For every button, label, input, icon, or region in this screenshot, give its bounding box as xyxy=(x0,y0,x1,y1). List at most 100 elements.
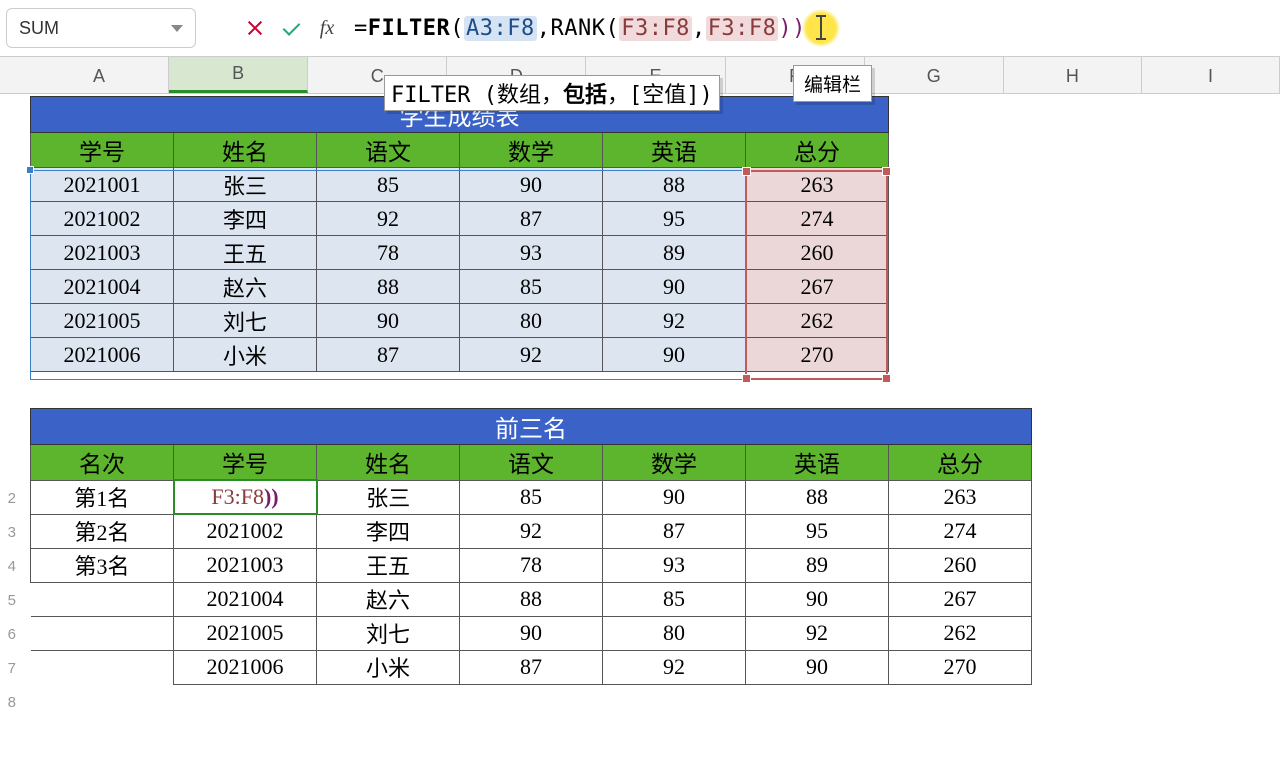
table2-cell[interactable]: 92 xyxy=(603,650,746,684)
col-header-g[interactable]: G xyxy=(865,57,1004,93)
rank-cell[interactable]: 第1名 xyxy=(31,480,174,514)
table1-cell[interactable]: 262 xyxy=(746,304,889,338)
table1-cell[interactable]: 85 xyxy=(317,168,460,202)
table1-cell[interactable]: 80 xyxy=(460,304,603,338)
table2-cell[interactable]: 274 xyxy=(889,514,1032,548)
name-box[interactable]: SUM xyxy=(6,8,196,48)
table1-cell[interactable]: 78 xyxy=(317,236,460,270)
editing-cell[interactable]: F3:F8)) xyxy=(174,480,317,514)
table2-cell[interactable]: 92 xyxy=(746,616,889,650)
table1-cell[interactable]: 90 xyxy=(317,304,460,338)
table2-cell[interactable]: 263 xyxy=(889,480,1032,514)
table2-cell[interactable]: 刘七 xyxy=(317,616,460,650)
table1-cell[interactable]: 2021006 xyxy=(31,338,174,372)
table2-cell[interactable]: 260 xyxy=(889,548,1032,582)
table2-cell[interactable]: 92 xyxy=(460,514,603,548)
table1-cell[interactable]: 90 xyxy=(603,338,746,372)
table1-cell[interactable]: 87 xyxy=(460,202,603,236)
table1-header: 英语 xyxy=(603,133,746,168)
table2-cell[interactable]: 95 xyxy=(746,514,889,548)
table1-header: 数学 xyxy=(460,133,603,168)
table2-cell[interactable]: 2021005 xyxy=(174,616,317,650)
table1-cell[interactable]: 90 xyxy=(603,270,746,304)
table1-cell[interactable]: 88 xyxy=(603,168,746,202)
table1-cell[interactable]: 李四 xyxy=(174,202,317,236)
chevron-down-icon xyxy=(171,25,183,32)
row-number: 3 xyxy=(0,524,16,541)
table2-cell[interactable]: 89 xyxy=(746,548,889,582)
table1-cell[interactable]: 2021004 xyxy=(31,270,174,304)
table1-cell[interactable]: 263 xyxy=(746,168,889,202)
table2-cell[interactable]: 90 xyxy=(460,616,603,650)
fx-icon[interactable]: fx xyxy=(316,17,338,39)
table2-header: 数学 xyxy=(603,445,746,481)
table1-cell[interactable]: 267 xyxy=(746,270,889,304)
rank-cell[interactable]: 第3名 xyxy=(31,548,174,582)
table1-cell[interactable]: 2021002 xyxy=(31,202,174,236)
table1-cell[interactable]: 89 xyxy=(603,236,746,270)
table1-cell[interactable]: 92 xyxy=(317,202,460,236)
table1-cell[interactable]: 270 xyxy=(746,338,889,372)
table1-cell[interactable]: 87 xyxy=(317,338,460,372)
formula-bar[interactable]: = FILTER ( A3:F8 , RANK ( F3:F8 , F3:F8 … xyxy=(346,8,1274,48)
table2-cell[interactable]: 267 xyxy=(889,582,1032,616)
col-header-i[interactable]: I xyxy=(1142,57,1280,93)
table1-cell[interactable]: 274 xyxy=(746,202,889,236)
empty-cell xyxy=(31,650,174,684)
table2-cell[interactable]: 2021003 xyxy=(174,548,317,582)
col-header-a[interactable]: A xyxy=(30,57,169,93)
table2-cell[interactable]: 赵六 xyxy=(317,582,460,616)
table2-cell[interactable]: 270 xyxy=(889,650,1032,684)
table2-cell[interactable]: 李四 xyxy=(317,514,460,548)
table2-cell[interactable]: 78 xyxy=(460,548,603,582)
student-score-table[interactable]: 学生成绩表学号姓名语文数学英语总分2021001张三85908826320210… xyxy=(30,96,889,372)
top-three-table[interactable]: 前三名名次学号姓名语文数学英语总分第1名F3:F8))张三859088263第2… xyxy=(30,408,1032,685)
table2-header: 语文 xyxy=(460,445,603,481)
table2-cell[interactable]: 2021004 xyxy=(174,582,317,616)
table1-cell[interactable]: 92 xyxy=(603,304,746,338)
table2-title: 前三名 xyxy=(31,409,1032,445)
table2-cell[interactable]: 90 xyxy=(746,650,889,684)
table1-cell[interactable]: 2021005 xyxy=(31,304,174,338)
table1-cell[interactable]: 92 xyxy=(460,338,603,372)
col-header-b[interactable]: B xyxy=(169,57,308,93)
table1-cell[interactable]: 260 xyxy=(746,236,889,270)
table2-cell[interactable]: 小米 xyxy=(317,650,460,684)
table2-cell[interactable]: 88 xyxy=(746,480,889,514)
table2-cell[interactable]: 93 xyxy=(603,548,746,582)
table1-cell[interactable]: 2021003 xyxy=(31,236,174,270)
table2-cell[interactable]: 85 xyxy=(460,480,603,514)
table2-header: 英语 xyxy=(746,445,889,481)
empty-cell xyxy=(31,616,174,650)
table1-cell[interactable]: 王五 xyxy=(174,236,317,270)
table2-header: 总分 xyxy=(889,445,1032,481)
col-header-h[interactable]: H xyxy=(1004,57,1142,93)
table2-header: 名次 xyxy=(31,445,174,481)
rank-cell[interactable]: 第2名 xyxy=(31,514,174,548)
table2-cell[interactable]: 张三 xyxy=(317,480,460,514)
table1-cell[interactable]: 93 xyxy=(460,236,603,270)
table1-cell[interactable]: 小米 xyxy=(174,338,317,372)
cancel-icon[interactable] xyxy=(244,17,266,39)
table2-cell[interactable]: 85 xyxy=(603,582,746,616)
table2-cell[interactable]: 87 xyxy=(460,650,603,684)
table2-cell[interactable]: 2021006 xyxy=(174,650,317,684)
table1-cell[interactable]: 2021001 xyxy=(31,168,174,202)
table1-cell[interactable]: 88 xyxy=(317,270,460,304)
table1-cell[interactable]: 95 xyxy=(603,202,746,236)
table2-cell[interactable]: 90 xyxy=(746,582,889,616)
table2-cell[interactable]: 88 xyxy=(460,582,603,616)
table1-cell[interactable]: 刘七 xyxy=(174,304,317,338)
table2-cell[interactable]: 262 xyxy=(889,616,1032,650)
table2-cell[interactable]: 2021002 xyxy=(174,514,317,548)
cursor-highlight-icon xyxy=(802,9,840,47)
table1-cell[interactable]: 85 xyxy=(460,270,603,304)
confirm-icon[interactable] xyxy=(280,17,302,39)
table2-cell[interactable]: 90 xyxy=(603,480,746,514)
table2-cell[interactable]: 王五 xyxy=(317,548,460,582)
table1-cell[interactable]: 90 xyxy=(460,168,603,202)
table1-cell[interactable]: 张三 xyxy=(174,168,317,202)
table2-cell[interactable]: 80 xyxy=(603,616,746,650)
table2-cell[interactable]: 87 xyxy=(603,514,746,548)
table1-cell[interactable]: 赵六 xyxy=(174,270,317,304)
